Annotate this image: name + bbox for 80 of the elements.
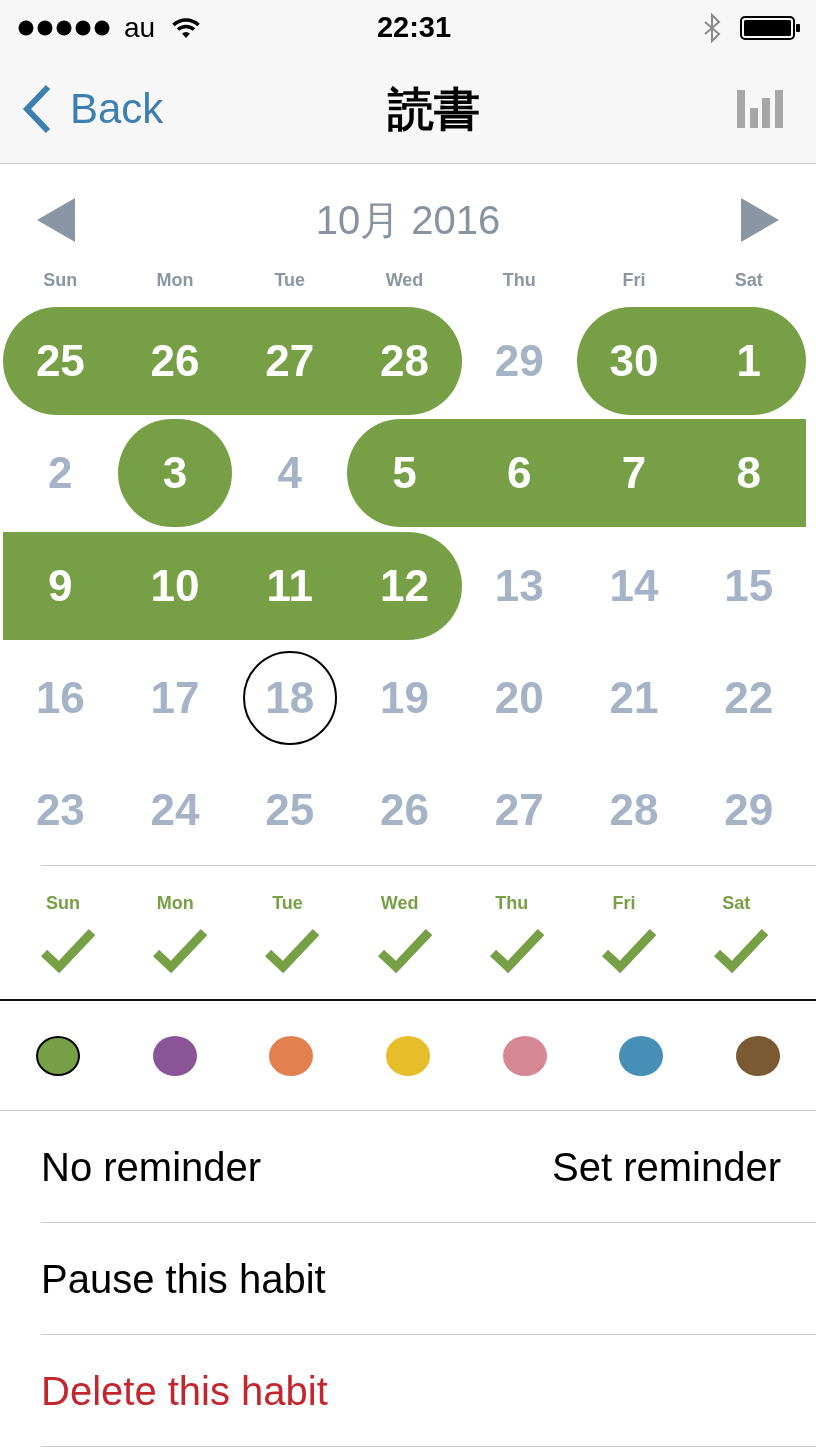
right-arrow-icon[interactable]: [741, 198, 779, 242]
weekday-label: Mon: [156, 269, 194, 291]
calendar-day[interactable]: 20: [461, 643, 577, 752]
calendar-day[interactable]: 10: [117, 531, 233, 640]
calendar-day[interactable]: 24: [117, 756, 233, 865]
carrier-name: au: [124, 13, 156, 42]
calendar-day[interactable]: 25: [232, 756, 348, 865]
calendar-day[interactable]: 8: [691, 419, 806, 528]
calendar-day[interactable]: 11: [232, 531, 348, 640]
weekday-label: Sat: [722, 892, 751, 915]
checkmark-icon[interactable]: [41, 928, 96, 975]
weekday-label: Wed: [385, 269, 424, 291]
habit-title: 読書: [386, 83, 480, 135]
calendar-day[interactable]: 3: [117, 419, 233, 528]
calendar-day[interactable]: 1: [691, 307, 806, 415]
calendar-day[interactable]: 4: [232, 419, 348, 528]
set-reminder-button[interactable]: Set reminder: [552, 1143, 781, 1190]
calendar-day[interactable]: 18: [232, 643, 348, 752]
checkmark-icon[interactable]: [377, 928, 432, 975]
calendar-day[interactable]: 7: [576, 419, 692, 528]
weekday-label: Tue: [272, 892, 303, 915]
bluetooth-icon: [702, 12, 722, 43]
color-swatch-icon[interactable]: [269, 1035, 314, 1076]
checkmark-icon[interactable]: [153, 928, 208, 975]
signal-strength-icon: [18, 19, 110, 36]
color-swatch-icon[interactable]: [619, 1035, 664, 1076]
calendar-day[interactable]: 27: [232, 307, 348, 415]
calendar-day[interactable]: 26: [347, 756, 462, 865]
calendar-day[interactable]: 25: [3, 307, 118, 415]
calendar-day[interactable]: 2: [3, 419, 118, 528]
reminder-status: No reminder: [41, 1143, 262, 1190]
bar-chart-icon[interactable]: [737, 90, 784, 128]
calendar-day[interactable]: 5: [347, 419, 462, 528]
weekday-label: Thu: [495, 892, 529, 915]
calendar-day[interactable]: 9: [3, 531, 118, 640]
checkmark-icon[interactable]: [265, 928, 320, 975]
color-swatch-icon[interactable]: [36, 1035, 81, 1076]
back-button[interactable]: Back: [22, 84, 164, 134]
calendar-day[interactable]: 26: [117, 307, 233, 415]
weekday-label: Sun: [43, 269, 78, 291]
calendar-day[interactable]: 13: [461, 531, 577, 640]
weekday-label: Sat: [734, 269, 763, 291]
wifi-icon: [172, 17, 201, 38]
color-swatch-icon[interactable]: [386, 1035, 430, 1076]
month-title: 10月 2016: [315, 200, 501, 240]
weekday-label: Wed: [380, 892, 419, 915]
battery-icon: [740, 15, 800, 40]
color-swatch-icon[interactable]: [152, 1035, 197, 1076]
chevron-left-icon: [22, 84, 52, 134]
weekday-label: Mon: [156, 892, 194, 915]
color-swatch-icon[interactable]: [502, 1035, 547, 1076]
calendar-day[interactable]: 23: [3, 756, 118, 865]
status-time: 22:31: [375, 13, 452, 42]
calendar-day[interactable]: 12: [347, 531, 462, 640]
calendar-day[interactable]: 30: [576, 307, 692, 415]
calendar-day[interactable]: 21: [576, 643, 692, 752]
checkmark-icon[interactable]: [489, 928, 544, 975]
calendar-day[interactable]: 28: [576, 756, 692, 865]
calendar-day[interactable]: 15: [691, 531, 806, 640]
calendar-day[interactable]: 22: [691, 643, 806, 752]
calendar-day[interactable]: 14: [576, 531, 692, 640]
color-swatch-icon[interactable]: [735, 1035, 780, 1076]
calendar-day[interactable]: 19: [347, 643, 462, 752]
delete-option[interactable]: Delete this habit: [41, 1367, 328, 1414]
weekday-label: Tue: [274, 269, 306, 291]
checkmark-icon[interactable]: [714, 928, 769, 975]
calendar-day[interactable]: 29: [461, 307, 577, 415]
calendar-day[interactable]: 6: [461, 419, 577, 528]
habit-option[interactable]: Pause this habit: [41, 1255, 326, 1302]
calendar-day[interactable]: 29: [691, 756, 806, 865]
checkmark-icon[interactable]: [602, 928, 657, 975]
left-arrow-icon[interactable]: [37, 198, 75, 242]
weekday-label: Thu: [502, 269, 536, 291]
calendar-day[interactable]: 17: [117, 643, 233, 752]
calendar-day[interactable]: 28: [347, 307, 462, 415]
calendar-day[interactable]: 16: [3, 643, 118, 752]
weekday-label: Fri: [622, 269, 646, 291]
weekday-label: Fri: [612, 892, 636, 915]
calendar-day[interactable]: 27: [461, 756, 577, 865]
weekday-label: Sun: [46, 892, 81, 915]
